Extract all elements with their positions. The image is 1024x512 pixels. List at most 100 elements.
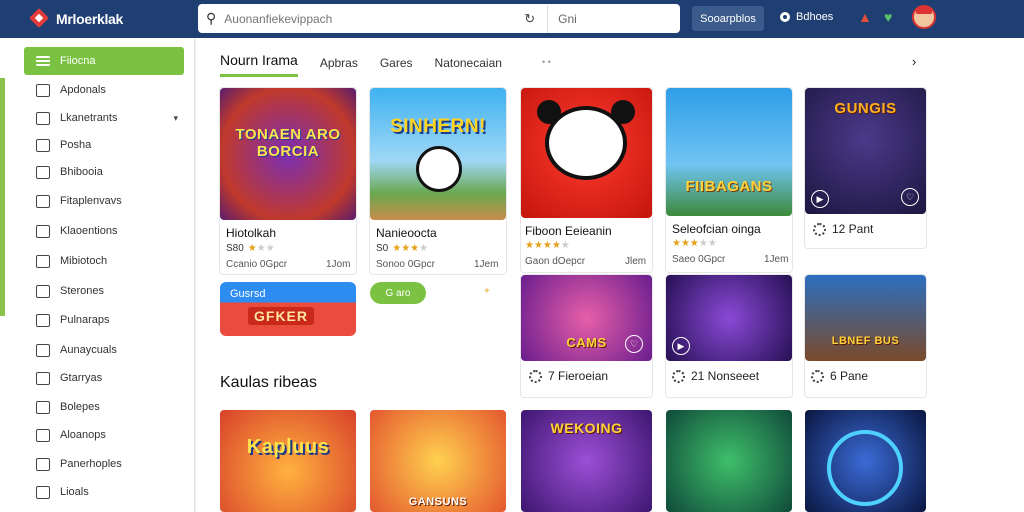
game-thumbnail[interactable] [805, 410, 926, 512]
game-card[interactable]: LBNEF BUS 6 Pane [805, 275, 926, 397]
tab-0[interactable]: Nourn Irama [220, 52, 298, 77]
panda-ear [537, 100, 561, 124]
sidebar-item-3[interactable]: Posha [24, 132, 184, 158]
sidebar-item-5[interactable]: Fitaplenvavs [24, 188, 184, 214]
play-icon[interactable]: ▶ [811, 190, 829, 208]
sidebar-item-1[interactable]: Apdonals [24, 77, 184, 103]
rating-label: S80 [226, 243, 244, 254]
heart-icon[interactable]: ♡ [625, 335, 643, 353]
game-card[interactable]: GUNGIS ▶ ♡ 12 Pant [805, 88, 926, 248]
game-thumbnail [521, 88, 652, 218]
game-thumbnail: TONAEN ARO BORCIA [220, 88, 356, 220]
sidebar-item-8[interactable]: Sterones [24, 278, 184, 304]
sidebar-item-12[interactable]: Bolepes [24, 394, 184, 420]
search-button[interactable]: Sooarpblos [692, 6, 764, 31]
tab-2[interactable]: Gares [380, 56, 413, 76]
game-thumbnail[interactable]: Kapluus [220, 410, 356, 512]
dropdown-icon [36, 457, 50, 471]
sidebar-item-9[interactable]: Pulnaraps [24, 307, 184, 333]
sidebar-item-label: Klaoentions [60, 225, 118, 237]
heart-icon[interactable]: ♡ [901, 188, 919, 206]
sidebar-item-7[interactable]: Mibiotoch [24, 248, 184, 274]
add-icon[interactable]: + [484, 286, 490, 297]
avatar[interactable] [912, 5, 936, 29]
sidebar-item-label: Lioals [60, 486, 89, 498]
tab-bar: Nourn Irama Apbras Gares Natonecaian [220, 52, 524, 80]
flame-icon[interactable]: ▲ [858, 9, 872, 25]
game-art-title: LBNEF BUS [831, 335, 900, 347]
game-card[interactable]: ▶ 21 Nonseeet [666, 275, 792, 397]
gear-icon [672, 369, 685, 383]
sidebar-item-0[interactable]: Fiiocna [24, 47, 184, 75]
game-meta: Ccanio 0Gpcr [226, 259, 288, 270]
top-link[interactable]: Bdhoes [780, 11, 833, 23]
play-icon[interactable]: ▶ [672, 337, 690, 355]
sidebar-item-11[interactable]: Gtarryas [24, 365, 184, 391]
refresh-icon[interactable]: ↻ [524, 11, 535, 27]
game-rating: S0 ★★★★ [376, 243, 429, 254]
promo-subtitle: GFKER [248, 307, 314, 325]
game-title: Seleofcian oinga [672, 222, 761, 236]
top-bar: Mrloerklak ⚲ ↻ Gni Sooarpblos Bdhoes ▲ ♥ [0, 0, 1024, 38]
game-thumbnail[interactable]: WEKOING [521, 410, 652, 512]
game-size: 1Jem [474, 259, 499, 270]
sidebar-item-15[interactable]: Lioals [24, 479, 184, 505]
game-meta: Saeo 0Gpcr [672, 254, 726, 265]
sidebar-item-label: Gtarryas [60, 372, 103, 384]
gear-icon [811, 369, 824, 383]
game-card[interactable]: FIIBAGANS Seleofcian oinga ★★★★★ Saeo 0G… [666, 88, 792, 272]
gear-icon [529, 369, 542, 383]
game-card[interactable]: TONAEN ARO BORCIA Hiotolkah S80 ★★★ Ccani… [220, 88, 356, 274]
sidebar-item-13[interactable]: Aloanops [24, 422, 184, 448]
sidebar-item-label: Fiiocna [60, 55, 96, 67]
sidebar-item-14[interactable]: Panerhoples [24, 451, 184, 477]
sidebar-item-2[interactable]: Lkanetrants ▾ [24, 105, 184, 131]
search-bar[interactable]: ⚲ ↻ Gni [198, 4, 680, 33]
tab-1[interactable]: Apbras [320, 56, 358, 76]
logo-text: Mrloerklak [56, 11, 124, 27]
sidebar-item-label: Aunaycuals [60, 344, 117, 356]
game-art-title: FIIBAGANS [685, 178, 773, 195]
logo[interactable]: Mrloerklak [30, 9, 195, 29]
person-icon [36, 254, 50, 268]
sidebar-item-10[interactable]: Aunaycuals [24, 337, 184, 363]
game-card[interactable]: Fiboon Eeieanin ★★★★★ Gaon dOepcr Jlem [521, 88, 652, 272]
game-art-title: GUNGIS [834, 100, 897, 117]
game-card[interactable]: SINHERN! Nanieoocta S0 ★★★★ Sonoo 0Gpcr 1… [370, 88, 506, 274]
gift-icon[interactable]: ♥ [884, 9, 892, 25]
list-icon [36, 56, 50, 66]
tab-3[interactable]: Natonecaian [435, 56, 502, 76]
play-pill-button[interactable]: G aro [370, 282, 426, 304]
search-extra-text: Gni [558, 11, 577, 26]
panda-ear [611, 100, 635, 124]
game-size: Jlem [625, 256, 647, 267]
game-thumbnail: LBNEF BUS [805, 275, 926, 361]
search-icon: ⚲ [206, 10, 217, 26]
game-title: Hiotolkah [226, 226, 277, 240]
section-title: Kaulas ribeas [220, 374, 317, 391]
game-thumbnail: ▶ [666, 275, 792, 361]
game-title: Fiboon Eeieanin [525, 224, 612, 238]
game-thumbnail[interactable] [666, 410, 792, 512]
calendar-icon [36, 400, 50, 414]
game-art-title: Kapluus [246, 436, 330, 458]
gear-icon [813, 222, 826, 236]
game-art-title: SINHERN! [390, 116, 486, 137]
star-icon [36, 371, 50, 385]
chart-icon [36, 343, 50, 357]
game-card[interactable]: CAMS ♡ 7 Fieroeian [521, 275, 652, 397]
promo-banner[interactable]: Gusrsd GFKER [220, 282, 356, 336]
sidebar-item-6[interactable]: Klaoentions [24, 218, 184, 244]
sidebar-item-label: Sterones [60, 285, 105, 297]
game-thumbnail[interactable]: GANSUNS [370, 410, 506, 512]
game-art-title: WEKOING [550, 420, 623, 436]
search-input[interactable] [224, 11, 515, 26]
user-icon [36, 83, 50, 97]
sidebar-item-label: Pulnaraps [60, 314, 110, 326]
sidebar-item-label: Lkanetrants [60, 112, 118, 124]
chevron-right-icon[interactable]: › [912, 54, 916, 69]
sidebar-item-4[interactable]: Bhibooia [24, 159, 184, 185]
chevron-down-icon[interactable]: ▾ [173, 113, 178, 124]
game-rating: S80 ★★★ [226, 243, 275, 254]
game-meta: Sonoo 0Gpcr [376, 259, 435, 270]
